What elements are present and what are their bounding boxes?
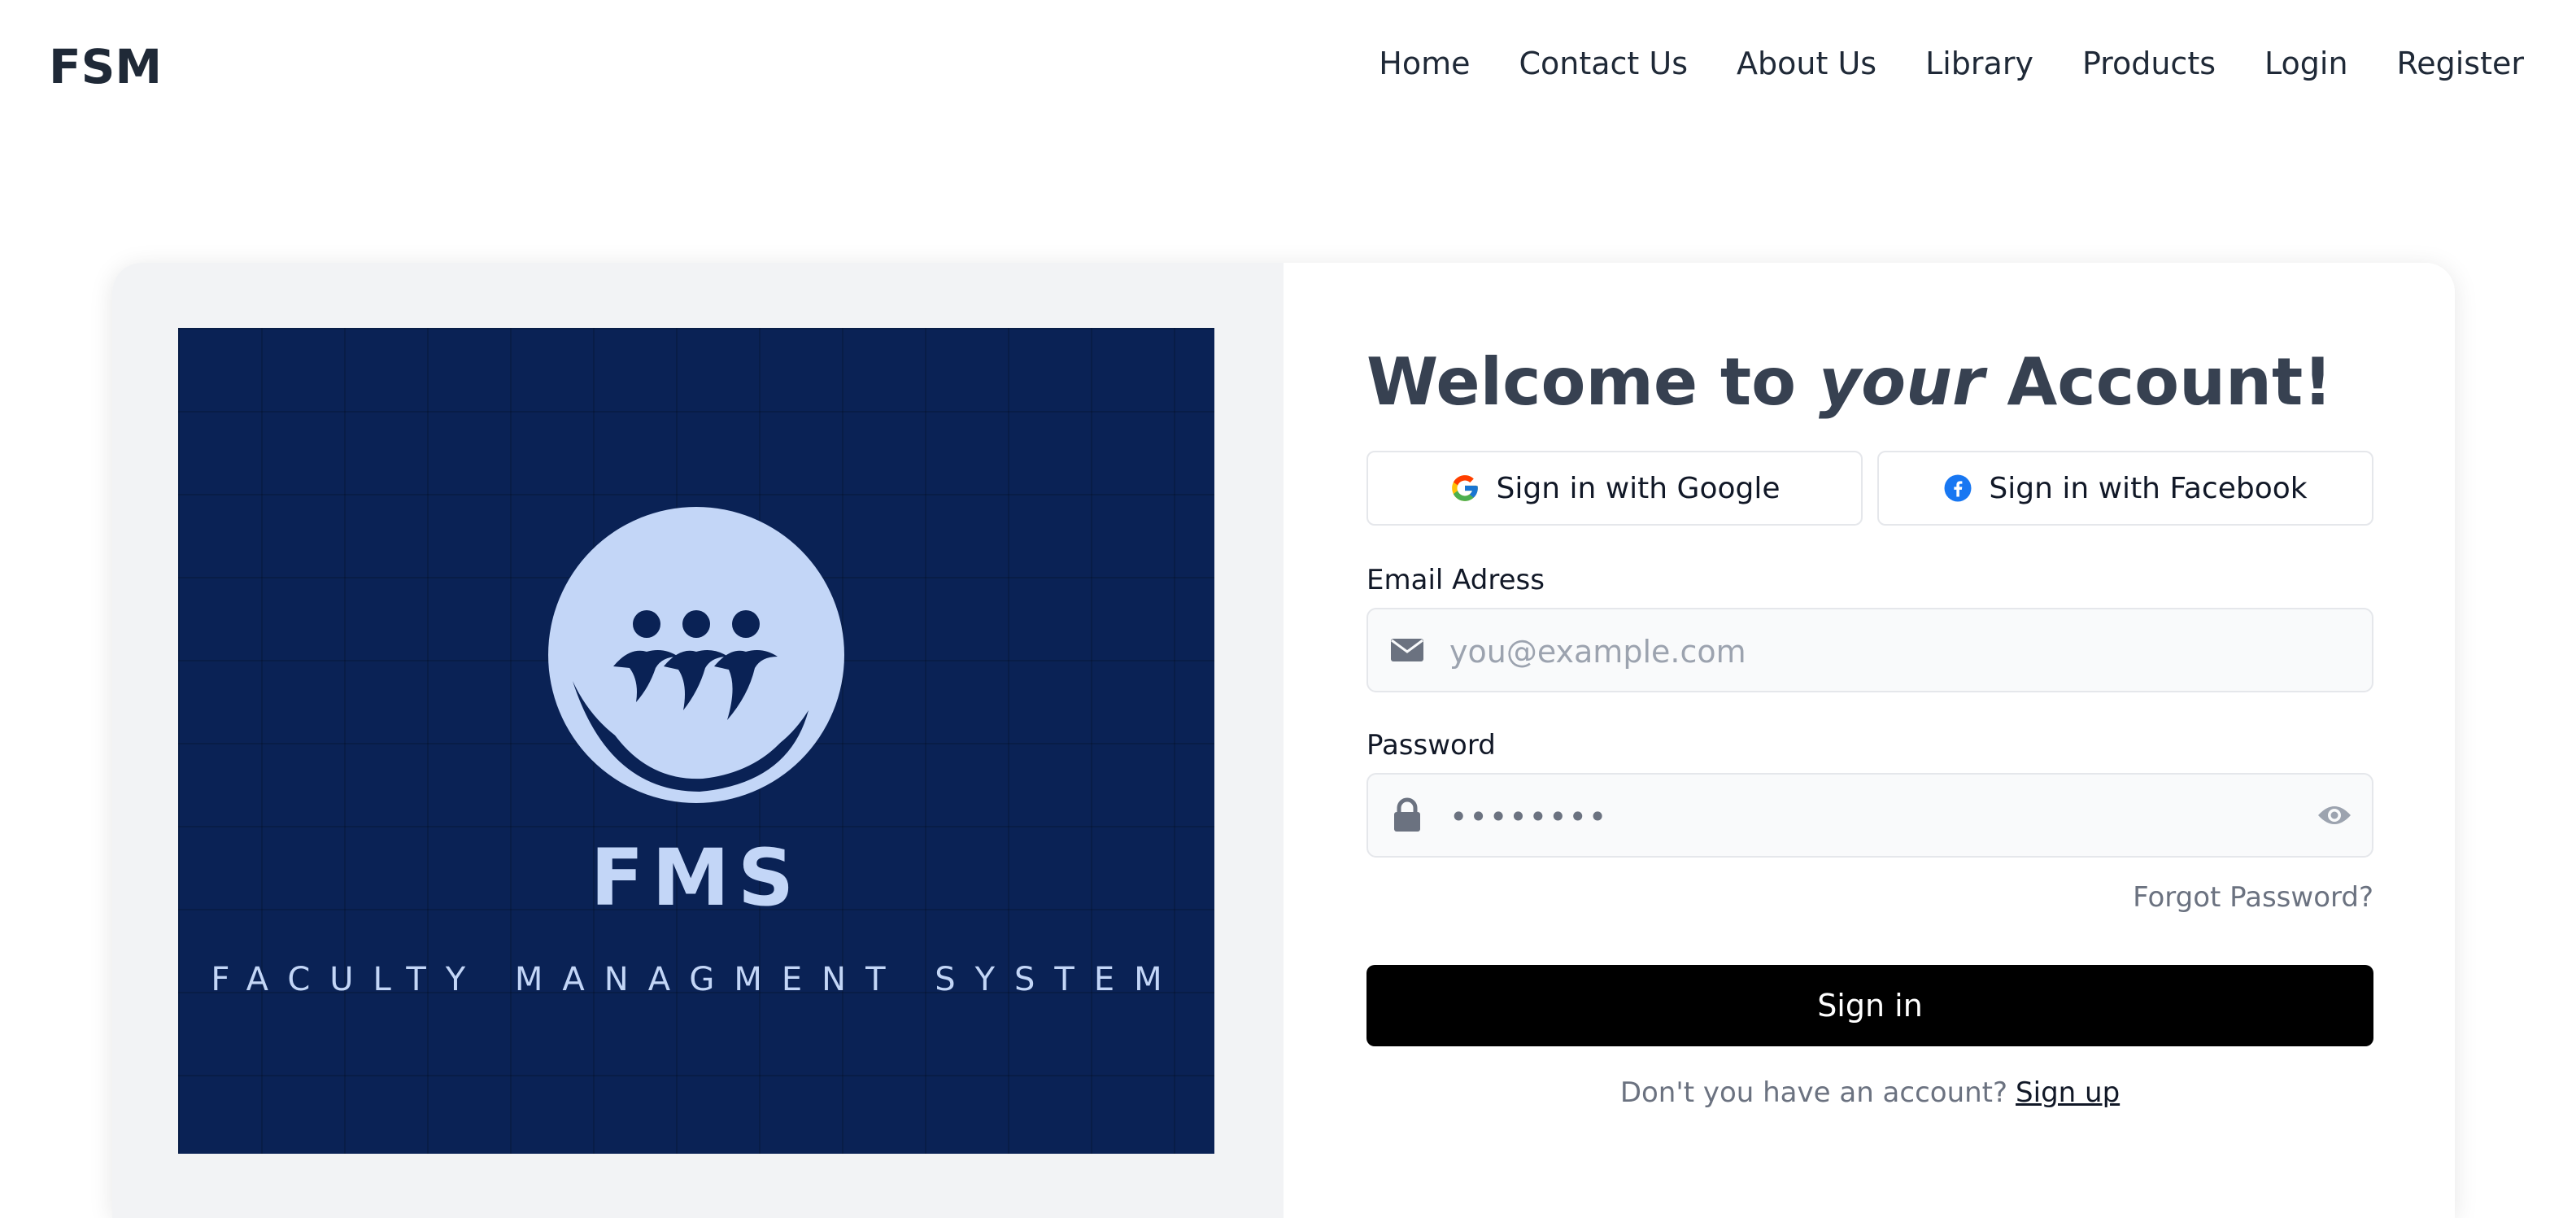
people-wave-circle-icon <box>548 507 844 803</box>
navbar: FSM Home Contact Us About Us Library Pro… <box>0 0 2576 130</box>
nav-library[interactable]: Library <box>1925 46 2033 81</box>
card-image-panel: FMS FACULTY MANAGMENT SYSTEM <box>112 263 1284 1218</box>
nav-register[interactable]: Register <box>2397 46 2524 81</box>
password-label: Password <box>1366 729 1496 762</box>
login-card: FMS FACULTY MANAGMENT SYSTEM Welcome to … <box>112 263 2455 1218</box>
google-signin-label: Sign in with Google <box>1496 471 1781 505</box>
email-field-wrapper <box>1366 608 2373 692</box>
google-icon <box>1451 475 1478 501</box>
hero-title: FMS <box>590 832 803 923</box>
password-field-wrapper <box>1366 773 2373 858</box>
nav-links: Home Contact Us About Us Library Product… <box>1379 46 2524 81</box>
forgot-password-link[interactable]: Forgot Password? <box>2133 881 2373 914</box>
email-label: Email Adress <box>1366 564 1545 596</box>
nav-login[interactable]: Login <box>2264 46 2348 81</box>
nav-products[interactable]: Products <box>2082 46 2216 81</box>
signup-row: Don't you have an account? Sign up <box>1366 1076 2373 1109</box>
envelope-icon <box>1391 639 1423 661</box>
email-input[interactable] <box>1448 622 2297 681</box>
brand-logo[interactable]: FSM <box>49 39 162 94</box>
nav-contact-us[interactable]: Contact Us <box>1519 46 1688 81</box>
login-form-panel: Welcome to your Account! Sign in with Go… <box>1284 263 2455 1218</box>
nav-about-us[interactable]: About Us <box>1737 46 1876 81</box>
signin-button[interactable]: Sign in <box>1366 965 2373 1046</box>
nav-home[interactable]: Home <box>1379 46 1470 81</box>
facebook-signin-label: Sign in with Facebook <box>1989 471 2308 505</box>
hero-image: FMS FACULTY MANAGMENT SYSTEM <box>178 328 1214 1154</box>
signup-prompt: Don't you have an account? <box>1619 1076 2008 1109</box>
title-emphasis: your <box>1818 344 1985 420</box>
facebook-signin-button[interactable]: Sign in with Facebook <box>1877 451 2373 526</box>
page-title: Welcome to your Account! <box>1366 344 2333 420</box>
password-input[interactable] <box>1448 788 2297 846</box>
facebook-icon <box>1944 474 1972 502</box>
lock-icon <box>1394 797 1420 832</box>
hero-subtitle: FACULTY MANAGMENT SYSTEM <box>211 961 1182 998</box>
signup-link[interactable]: Sign up <box>2016 1076 2120 1109</box>
eye-icon[interactable] <box>2317 799 2352 832</box>
title-end: Account! <box>1984 344 2333 420</box>
google-signin-button[interactable]: Sign in with Google <box>1366 451 1863 526</box>
title-start: Welcome to <box>1366 344 1819 420</box>
